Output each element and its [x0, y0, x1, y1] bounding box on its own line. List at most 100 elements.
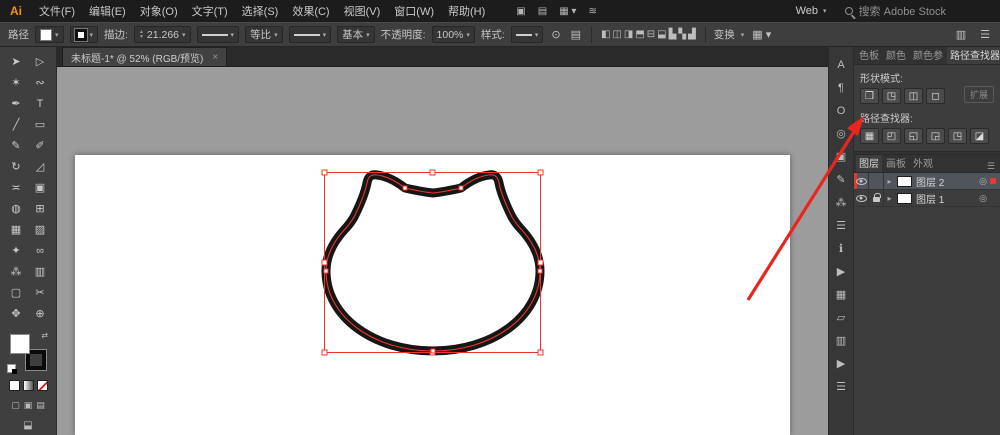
lock-toggle[interactable] — [869, 190, 884, 206]
artboard[interactable] — [75, 155, 790, 435]
opacity-value[interactable]: 100% — [437, 29, 464, 41]
document-tab[interactable]: 未标题-1* @ 52% (RGB/预览) × — [62, 47, 228, 66]
intersect-icon[interactable]: ◫ — [904, 88, 923, 104]
symbol-sprayer-tool-icon[interactable]: ⁂ — [4, 261, 28, 282]
paragraph-panel-icon[interactable]: ¶ — [829, 76, 853, 99]
panel-options-icon[interactable]: ☰ — [829, 375, 853, 398]
menu-item[interactable]: 文件(F) — [32, 3, 82, 19]
expand-arrow-icon[interactable]: ▸ — [884, 177, 895, 186]
align-bottom-icon[interactable]: ⬓ — [656, 29, 667, 40]
tab-artboards[interactable]: 画板 — [883, 155, 909, 172]
gradient-button[interactable] — [22, 380, 34, 391]
expand-arrow-icon[interactable]: ▸ — [884, 194, 895, 203]
brushes-panel-icon[interactable]: ✎ — [829, 168, 853, 191]
zoom-tool-icon[interactable]: ⊕ — [28, 303, 52, 324]
pencil-tool-icon[interactable]: ✐ — [28, 135, 52, 156]
fill-color-box[interactable] — [10, 334, 30, 354]
default-fill-stroke-icon[interactable] — [7, 364, 17, 374]
menu-item[interactable]: 窗口(W) — [387, 3, 441, 19]
tab-appearance[interactable]: 外观 — [910, 155, 936, 172]
tab-swatches[interactable]: 色板 — [856, 47, 882, 64]
expand-button[interactable]: 扩展 — [963, 86, 994, 103]
scale-tool-icon[interactable]: ◿ — [28, 156, 52, 177]
transform-label[interactable]: 变换 — [714, 27, 735, 42]
info-panel-icon[interactable]: ℹ — [829, 237, 853, 260]
gradient-tool-icon[interactable]: ▨ — [28, 219, 52, 240]
line-segment-tool-icon[interactable]: ╱ — [4, 114, 28, 135]
align-right-icon[interactable]: ◨ — [623, 29, 634, 40]
draw-behind-icon[interactable]: ▣ — [24, 400, 33, 411]
align-left-icon[interactable]: ◧ — [600, 29, 611, 40]
width-profile-dropdown[interactable]: 等比 ▾ — [245, 26, 283, 43]
none-button[interactable] — [36, 380, 48, 391]
tab-color[interactable]: 颜色 — [883, 47, 909, 64]
exclude-icon[interactable]: ◻ — [926, 88, 945, 104]
layer-row[interactable]: ▸ 图层 1 ◎ — [854, 190, 1000, 207]
tab-color-guide[interactable]: 颜色参 — [910, 47, 946, 64]
menu-item[interactable]: 效果(C) — [285, 3, 336, 19]
pen-tool-icon[interactable]: ✒ — [4, 93, 28, 114]
draw-inside-icon[interactable]: ▤ — [36, 400, 45, 411]
control-panel-menu-icon[interactable]: ☰ — [978, 28, 992, 41]
layer-name[interactable]: 图层 1 — [916, 191, 976, 206]
opentype-panel-icon[interactable]: O — [829, 99, 853, 122]
brush-stroke-dropdown[interactable]: ▾ — [288, 26, 332, 43]
align-center-horizontal-icon[interactable]: ◫ — [611, 29, 622, 40]
minus-front-icon[interactable]: ◳ — [882, 88, 901, 104]
character-panel-icon[interactable]: A — [829, 53, 853, 76]
distribute-right-icon[interactable]: ▟ — [687, 29, 697, 40]
symbols-panel-icon[interactable]: ⁂ — [829, 191, 853, 214]
distribute-left-icon[interactable]: ▙ — [668, 29, 678, 40]
arrange-documents-icon[interactable]: ▣ — [516, 6, 525, 17]
fill-color-dropdown[interactable]: ▾ — [35, 26, 64, 43]
gpu-performance-icon[interactable]: ≋ — [588, 6, 596, 17]
document-setup-icon[interactable]: ▤ — [569, 28, 583, 41]
align-middle-vertical-icon[interactable]: ⊟ — [646, 29, 656, 40]
perspective-grid-tool-icon[interactable]: ⊞ — [28, 198, 52, 219]
free-transform-tool-icon[interactable]: ▣ — [28, 177, 52, 198]
artboard-tool-icon[interactable]: ▢ — [4, 282, 28, 303]
layout-grid-icon[interactable]: ▦ ▾ — [559, 6, 576, 17]
stroke-panel-icon[interactable]: ☰ — [829, 214, 853, 237]
close-tab-icon[interactable]: × — [212, 52, 218, 63]
stroke-weight-value[interactable]: 21.266 — [147, 29, 179, 41]
menu-item[interactable]: 对象(O) — [133, 3, 185, 19]
align-panel-icon[interactable]: ▥ — [829, 329, 853, 352]
canvas[interactable] — [57, 67, 828, 435]
lock-toggle[interactable] — [869, 173, 884, 189]
direct-selection-tool-icon[interactable]: ▷ — [28, 51, 52, 72]
opacity-field[interactable]: 100% ▾ — [431, 26, 475, 43]
lasso-tool-icon[interactable]: ∾ — [28, 72, 52, 93]
panel-menu-icon[interactable]: ☰ — [984, 161, 998, 172]
tab-layers[interactable]: 图层 — [856, 155, 882, 172]
transform-panel-icon[interactable]: ▱ — [829, 306, 853, 329]
rotate-tool-icon[interactable]: ↻ — [4, 156, 28, 177]
paintbrush-tool-icon[interactable]: ✎ — [4, 135, 28, 156]
menu-item[interactable]: 选择(S) — [235, 3, 286, 19]
merge-icon[interactable]: ◱ — [904, 128, 923, 144]
screen-mode-icon[interactable]: ⬓ — [23, 420, 32, 431]
magic-wand-tool-icon[interactable]: ✶ — [4, 72, 28, 93]
stepper-icon[interactable]: ▲ ▼ — [139, 29, 144, 40]
menu-item[interactable]: 文字(T) — [185, 3, 235, 19]
grid-options-icon[interactable]: ▦ ▾ — [750, 28, 773, 41]
mesh-tool-icon[interactable]: ▦ — [4, 219, 28, 240]
stock-search-field[interactable]: 搜索 Adobe Stock — [839, 2, 952, 20]
color-button[interactable] — [8, 380, 20, 391]
shape-builder-tool-icon[interactable]: ◍ — [4, 198, 28, 219]
blend-tool-icon[interactable]: ∞ — [28, 240, 52, 261]
slice-tool-icon[interactable]: ✂ — [28, 282, 52, 303]
tab-pathfinder[interactable]: 路径查找器 — [947, 47, 1000, 64]
style-dropdown[interactable]: ▾ — [510, 26, 544, 43]
layer-name[interactable]: 图层 2 — [916, 174, 976, 189]
brush-definition-dropdown[interactable]: 基本 ▾ — [337, 26, 375, 43]
menu-item[interactable]: 编辑(E) — [82, 3, 133, 19]
hand-tool-icon[interactable]: ✥ — [4, 303, 28, 324]
graphic-styles-panel-icon[interactable]: ▣ — [829, 145, 853, 168]
stroke-color-dropdown[interactable]: ▾ — [69, 26, 99, 43]
navigator-panel-icon[interactable]: ▶ — [829, 352, 853, 375]
swap-fill-stroke-icon[interactable]: ⇄ — [41, 331, 48, 340]
width-tool-icon[interactable]: ≍ — [4, 177, 28, 198]
stroke-weight-field[interactable]: ▲ ▼ 21.266 ▾ — [133, 26, 191, 43]
target-circle-icon[interactable]: ◎ — [976, 176, 990, 187]
